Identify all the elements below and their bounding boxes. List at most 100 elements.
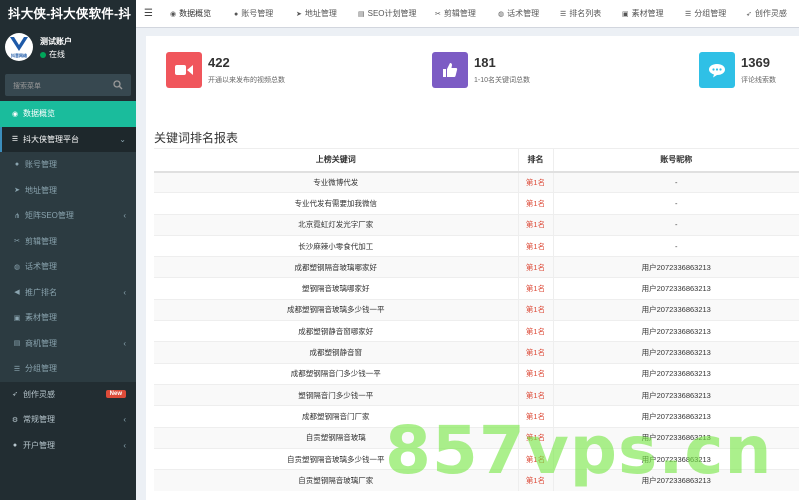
avatar: 抖音网络: [5, 33, 33, 61]
sidebar-item-label: 地址管理: [25, 185, 57, 195]
rank-cell: 第1名: [517, 192, 553, 215]
sidebar-item-label: 分组管理: [25, 364, 57, 374]
table-row: 专业代发有需要加我微信 第1名 -: [154, 192, 799, 215]
users-icon: ●: [12, 441, 18, 449]
table-row: 长沙麻辣小零食代加工 第1名 -: [154, 234, 799, 257]
keyword-cell: 专业微博代发: [154, 170, 518, 193]
user-status: 在线: [40, 49, 65, 60]
chevron-left-icon: ‹: [123, 440, 126, 450]
search-icon[interactable]: [113, 80, 123, 90]
rank-cell: 第1名: [517, 320, 553, 342]
sidebar-item-label: 剪辑管理: [25, 236, 57, 246]
sidebar-item-groups[interactable]: ☰ 分组管理: [0, 356, 136, 382]
sidebar-item-seo[interactable]: ⋔ 矩阵SEO管理 ‹: [0, 203, 136, 229]
cogs-icon: ⚙: [11, 416, 19, 424]
sidebar-item-addresses[interactable]: ➤ 地址管理: [0, 177, 136, 203]
tab-label: 排名列表: [569, 9, 602, 18]
tab-label: 数据概览: [179, 9, 212, 18]
logo-v-icon: [10, 37, 28, 51]
bullhorn-icon: ◀: [14, 289, 20, 297]
list-icon: ☰: [11, 136, 19, 144]
location-arrow-icon: ➤: [14, 187, 20, 195]
stat-value: 181: [474, 55, 496, 70]
stat-icon-box: [166, 52, 202, 88]
sidebar-item-materials[interactable]: ▣ 素材管理: [0, 305, 136, 331]
user-panel: 抖音网络 测试账户 在线: [0, 28, 136, 68]
account-cell: 用户2072336863213: [552, 320, 799, 342]
list-icon: ☰: [685, 11, 692, 18]
sidebar-item-accounts[interactable]: ● 账号管理: [0, 152, 136, 178]
sidebar-item-label: 素材管理: [25, 313, 57, 323]
rank-cell: 第1名: [517, 170, 553, 193]
tab-addresses[interactable]: ➤ 地址管理: [296, 0, 337, 27]
column-header-account[interactable]: 账号昵称: [552, 148, 799, 173]
keyword-cell: 成都塑钢隔音玻璃哪家好: [154, 256, 518, 278]
tab-editing[interactable]: ✂ 剪辑管理: [435, 0, 476, 27]
tab-scripts[interactable]: ◍ 话术管理: [498, 0, 540, 27]
tab-label: 素材管理: [631, 9, 664, 18]
sidebar-item-editing[interactable]: ✂ 剪辑管理: [0, 228, 136, 254]
sidebar-item-scripts[interactable]: ◍ 话术管理: [0, 254, 136, 280]
account-cell: -: [552, 170, 799, 193]
sidebar-item-general[interactable]: ⚙ 常规管理 ‹: [0, 407, 136, 433]
tab-ranking[interactable]: ☰ 排名列表: [560, 0, 602, 27]
report-title: 关键词排名报表: [154, 131, 239, 145]
tab-dashboard[interactable]: ◉ 数据概览: [170, 0, 212, 27]
rank-cell: 第1名: [517, 383, 553, 406]
sidebar-item-platform[interactable]: ☰ 抖大侠管理平台 ⌄: [0, 126, 136, 152]
table-row: 塑钢隔音玻璃哪家好 第1名 用户2072336863213: [154, 277, 799, 300]
rank-cell: 第1名: [517, 298, 553, 321]
briefcase-icon: ▤: [13, 340, 21, 348]
sidebar-item-label: 常规管理: [23, 415, 55, 425]
account-cell: 用户2072336863213: [552, 298, 799, 321]
stat-desc: 开通以来发布的视频总数: [208, 77, 285, 84]
tab-accounts[interactable]: ● 账号管理: [234, 0, 273, 27]
tab-groups[interactable]: ☰ 分组管理: [685, 0, 726, 27]
table-row: 成都塑钢隔音门多少钱一平 第1名 用户2072336863213: [154, 362, 799, 385]
share-icon: ⋔: [14, 212, 20, 220]
top-nav: ☰ ◉ 数据概览 ● 账号管理 ➤ 地址管理 ▤ SEO计划管理 ✂ 剪辑管理 ◍ 话术管理…: [136, 0, 799, 28]
rocket-icon: ➶: [746, 11, 752, 18]
table-row: 成都塑钢静音窗 第1名 用户2072336863213: [154, 341, 799, 364]
thumbs-up-icon: [443, 63, 458, 77]
film-icon: ▣: [622, 11, 629, 18]
rank-cell: 第1名: [517, 213, 553, 236]
account-cell: 用户2072336863213: [552, 256, 799, 278]
sidebar-item-dashboard[interactable]: ◉ 数据概览: [0, 101, 136, 127]
sidebar-item-label: 账号管理: [25, 160, 57, 170]
rank-cell: 第1名: [517, 362, 553, 385]
tab-inspiration[interactable]: ➶ 创作灵感: [746, 0, 787, 27]
menu-toggle-icon[interactable]: ☰: [144, 8, 153, 19]
user-icon: ●: [234, 11, 239, 18]
chevron-left-icon: ‹: [123, 211, 126, 220]
stat-icon-box: [699, 52, 735, 88]
sidebar-item-account-opening[interactable]: ● 开户管理 ‹: [0, 433, 136, 459]
keyword-cell: 北京霓虹灯发光字厂家: [154, 213, 518, 236]
sidebar-search-input[interactable]: 搜索菜单: [5, 74, 131, 96]
user-icon: ●: [14, 161, 20, 169]
table-row: 成都塑钢隔音玻璃多少钱一平 第1名 用户2072336863213: [154, 298, 799, 321]
column-header-keyword[interactable]: 上榜关键词: [154, 148, 518, 173]
account-cell: -: [552, 234, 799, 257]
rank-cell: 第1名: [517, 256, 553, 278]
account-cell: 用户2072336863213: [552, 383, 799, 406]
tab-materials[interactable]: ▣ 素材管理: [622, 0, 664, 27]
sidebar-item-label: 抖大侠管理平台: [23, 134, 79, 144]
keyword-cell: 成都塑钢静音窗哪家好: [154, 320, 518, 342]
brand-title[interactable]: 抖大侠-抖大侠软件-抖: [0, 0, 136, 28]
sidebar-item-leads[interactable]: ▤ 商机管理 ‹: [0, 330, 136, 356]
column-header-rank[interactable]: 排名: [517, 148, 553, 173]
comment-icon: [709, 63, 725, 77]
tab-label: 话术管理: [507, 9, 540, 18]
sidebar-item-label: 矩阵SEO管理: [25, 211, 74, 221]
sidebar-item-label: 开户管理: [23, 440, 55, 450]
sidebar-item-promotion[interactable]: ◀ 推广排名 ‹: [0, 279, 136, 305]
table-header-row: 上榜关键词 排名 账号昵称: [154, 148, 799, 173]
sidebar-item-inspiration[interactable]: ➶ 创作灵感 New: [0, 382, 136, 408]
online-dot-icon: [40, 51, 46, 58]
table-row: 成都塑钢静音窗哪家好 第1名 用户2072336863213: [154, 320, 799, 342]
keyword-cell: 成都塑钢静音窗: [154, 341, 518, 364]
film-icon: ▣: [13, 314, 21, 322]
tab-seo-plan[interactable]: ▤ SEO计划管理: [358, 0, 417, 27]
stat-value: 1369: [741, 55, 770, 70]
